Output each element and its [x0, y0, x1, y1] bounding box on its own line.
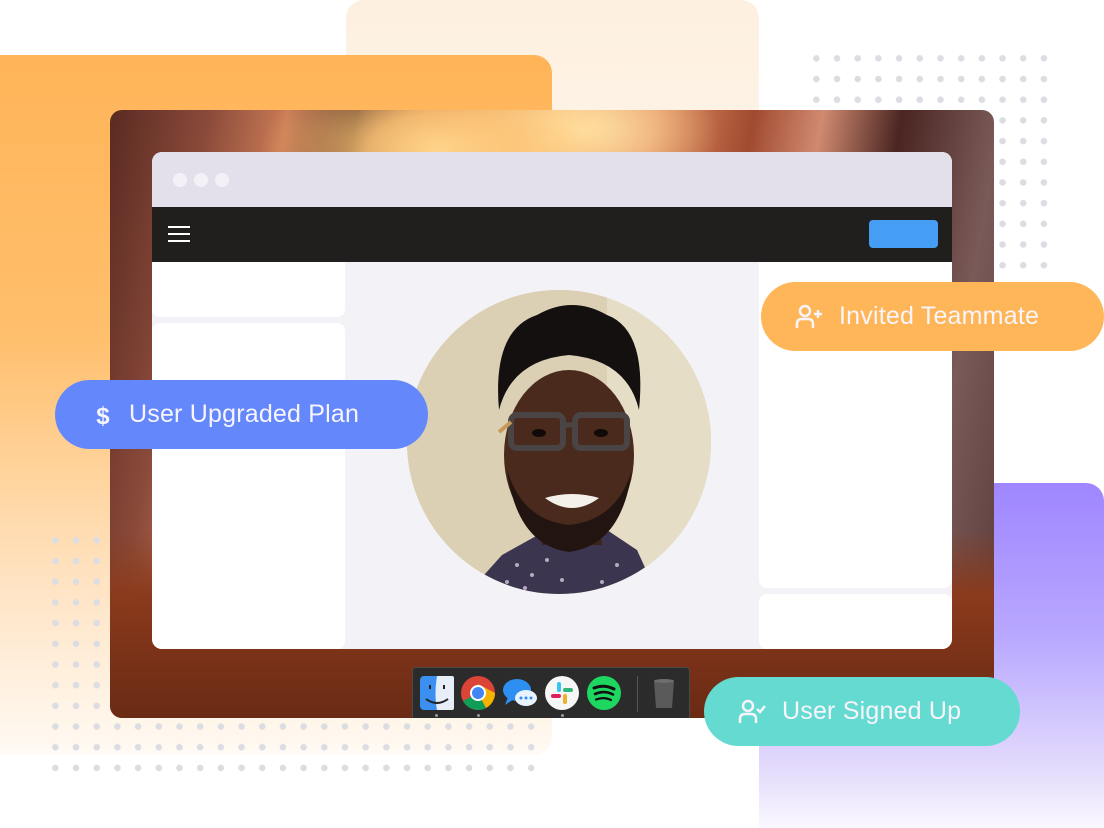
event-pill-invited-teammate: Invited Teammate	[761, 282, 1104, 351]
user-plus-icon	[795, 304, 822, 328]
app-navbar	[152, 207, 952, 262]
avatar	[407, 290, 711, 594]
event-label: User Signed Up	[782, 697, 962, 725]
left-card-top	[152, 262, 345, 317]
finder-icon[interactable]	[419, 675, 455, 711]
chrome-icon[interactable]	[460, 675, 496, 711]
event-pill-user-signed-up: User Signed Up	[704, 677, 1020, 746]
maximize-window-button[interactable]	[215, 173, 229, 187]
slack-icon[interactable]	[544, 675, 580, 711]
finder-running-indicator	[435, 714, 438, 717]
svg-text:$: $	[96, 403, 110, 428]
event-label: Invited Teammate	[839, 302, 1040, 330]
close-window-button[interactable]	[173, 173, 187, 187]
dock-separator	[637, 676, 638, 712]
person-photo	[407, 290, 711, 594]
minimize-window-button[interactable]	[194, 173, 208, 187]
user-check-icon	[738, 699, 766, 723]
navbar-action-button[interactable]	[869, 220, 938, 248]
hamburger-icon[interactable]	[168, 226, 190, 243]
chrome-running-indicator	[477, 714, 480, 717]
dollar-icon: $	[96, 403, 110, 428]
app-dock	[412, 667, 690, 718]
left-card-main	[152, 323, 345, 649]
window-titlebar	[152, 152, 952, 207]
trash-icon[interactable]	[646, 675, 682, 711]
spotify-icon[interactable]	[586, 675, 622, 711]
event-pill-upgraded-plan: $ User Upgraded Plan	[55, 380, 428, 449]
messages-icon[interactable]	[502, 675, 538, 711]
right-card-bottom	[759, 594, 952, 649]
event-label: User Upgraded Plan	[129, 400, 360, 428]
slack-running-indicator	[561, 714, 564, 717]
